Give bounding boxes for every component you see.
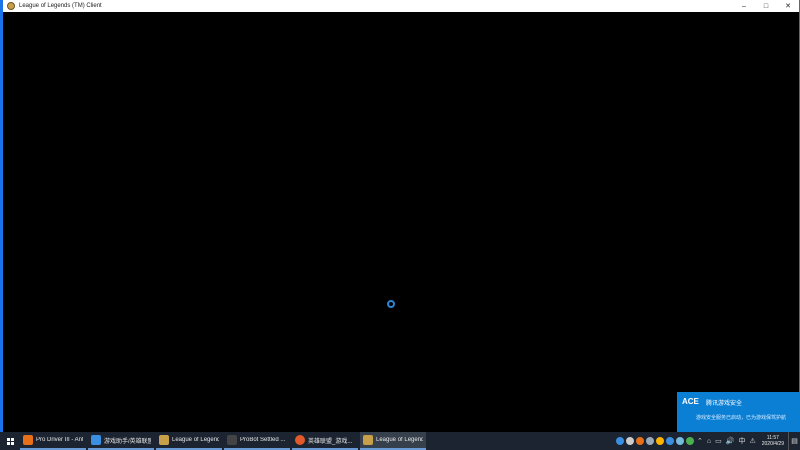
title-bar[interactable]: League of Legends (TM) Client – □ ✕	[3, 0, 799, 12]
security-alert-icon[interactable]: ⚠	[749, 437, 755, 445]
game-client-window: League of Legends (TM) Client – □ ✕	[0, 0, 800, 432]
notification-center-button[interactable]: ▤	[788, 432, 800, 450]
toast-brand-logo: ACE	[682, 397, 699, 406]
volume-icon[interactable]: 🔊	[726, 437, 735, 445]
taskbar-item-league-1[interactable]: League of Legends	[156, 432, 222, 450]
taskbar-item-probot[interactable]: ProBot Settled ...	[224, 432, 290, 450]
tray-app-icon[interactable]	[666, 437, 675, 445]
taskbar-item-browser[interactable]: 英雄联盟_游戏...	[292, 432, 358, 450]
tray-app-icon[interactable]	[656, 437, 665, 445]
minimize-button[interactable]: –	[733, 0, 755, 12]
app-icon	[91, 435, 101, 445]
toast-message: 游戏安全服务已启动，已为游戏保驾护航	[696, 415, 787, 421]
league-logo-icon	[159, 435, 169, 445]
league-logo-icon	[7, 2, 15, 10]
notification-toast[interactable]: ACE 腾讯游戏安全 游戏安全服务已启动，已为游戏保驾护航	[677, 392, 800, 432]
taskbar-item-label: 游戏助手/英雄联盟...	[104, 438, 151, 445]
desktop: League of Legends (TM) Client – □ ✕ ACE …	[0, 0, 800, 450]
app-icon	[227, 435, 237, 445]
tray-app-icon[interactable]	[646, 437, 655, 445]
input-method-icon[interactable]: 中	[738, 436, 745, 446]
tray-app-icon[interactable]	[626, 437, 635, 445]
start-button[interactable]	[0, 432, 20, 450]
tray-app-icon[interactable]	[676, 437, 685, 445]
clock[interactable]: 11:57 2020/4/29	[762, 435, 784, 447]
system-tray: ⌃ ⌂ ▭ 🔊 中 ⚠ 11:57 2020/4/29 ▤	[615, 432, 800, 450]
taskbar: Pro Driver III - Ant... 游戏助手/英雄联盟... Lea…	[0, 432, 800, 450]
app-icon	[23, 435, 33, 445]
maximize-button[interactable]: □	[755, 0, 777, 12]
taskbar-item-game-helper[interactable]: 游戏助手/英雄联盟...	[88, 432, 154, 450]
windows-logo-icon	[6, 437, 14, 445]
tray-app-icon[interactable]	[636, 437, 645, 445]
client-content	[3, 12, 799, 432]
tray-app-icon[interactable]	[616, 437, 625, 445]
toast-title: 腾讯游戏安全	[706, 401, 743, 407]
browser-icon	[295, 435, 305, 445]
window-title: League of Legends (TM) Client	[19, 3, 102, 9]
network-icon[interactable]: ⌂	[707, 438, 711, 445]
taskbar-item-label: League of Legends	[172, 437, 219, 443]
show-hidden-icons-icon[interactable]: ⌃	[697, 437, 703, 445]
taskbar-item-pro-driver[interactable]: Pro Driver III - Ant...	[20, 432, 86, 450]
league-logo-icon	[363, 435, 373, 445]
close-button[interactable]: ✕	[777, 0, 799, 12]
taskbar-item-label: Pro Driver III - Ant...	[36, 437, 83, 443]
tray-app-icon[interactable]	[686, 437, 695, 445]
loading-spinner-icon	[387, 300, 395, 308]
window-controls: – □ ✕	[733, 0, 799, 12]
taskbar-item-label: ProBot Settled ...	[240, 437, 286, 443]
taskbar-item-league-2[interactable]: League of Legends	[360, 432, 426, 450]
taskbar-item-label: 英雄联盟_游戏...	[308, 438, 353, 445]
clock-date: 2020/4/29	[761, 441, 784, 447]
display-icon[interactable]: ▭	[715, 437, 722, 445]
taskbar-item-label: League of Legends	[376, 437, 423, 443]
